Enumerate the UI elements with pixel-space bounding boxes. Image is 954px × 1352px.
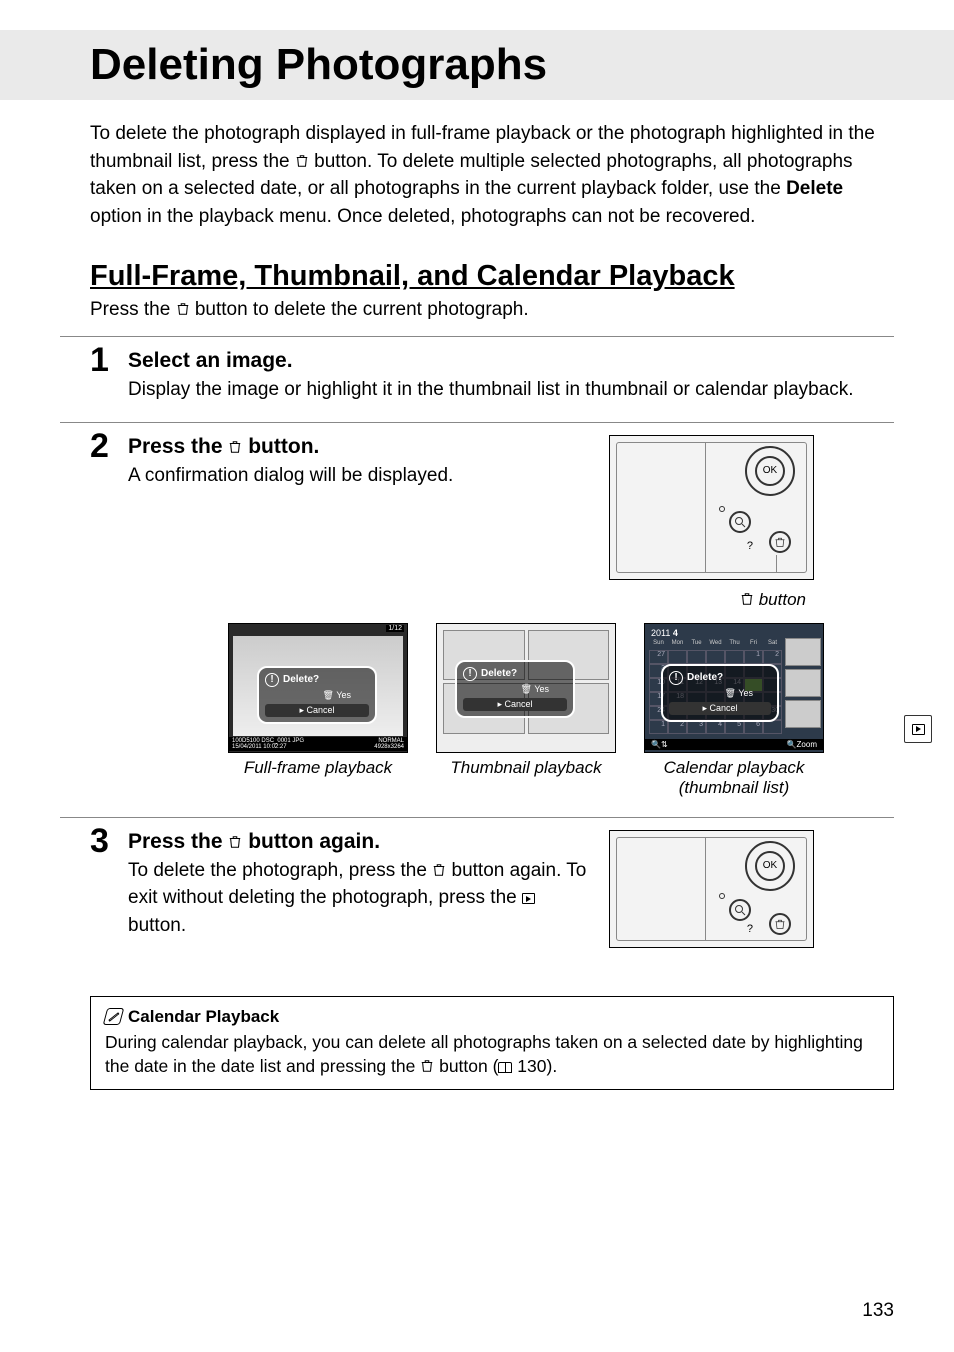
step-3: 3 Press the button again. To delete the … xyxy=(60,817,894,978)
trash-icon xyxy=(176,302,190,316)
delete-dialog: ! Delete? 🗑 Yes ▸ Cancel xyxy=(455,660,575,718)
delete-bold: Delete xyxy=(786,178,843,199)
camera-illustration: OK ? xyxy=(609,435,814,580)
ok-button-icon: OK xyxy=(745,446,795,496)
dot-icon xyxy=(719,506,725,512)
delete-question: Delete? xyxy=(283,674,319,685)
step-title: Press the button again. xyxy=(128,830,588,854)
zoom-icon xyxy=(729,511,751,533)
trash-button-icon xyxy=(769,913,791,935)
step-desc: Display the image or highlight it in the… xyxy=(128,376,894,404)
step3-desc-a: To delete the photograph, press the xyxy=(128,860,432,881)
note-title: Calendar Playback xyxy=(128,1007,279,1027)
trash-icon xyxy=(740,592,754,606)
page-number: 133 xyxy=(862,1300,894,1322)
playback-icon xyxy=(912,724,925,735)
trash-icon xyxy=(295,154,309,168)
step-2: 2 Press the button. A confirmation dialo… xyxy=(60,422,894,817)
section-sub-b: button to delete the current photograph. xyxy=(190,299,529,320)
delete-dialog: ! Delete? 🗑 Yes ▸ Cancel xyxy=(257,666,377,724)
thumbnail-caption: Thumbnail playback xyxy=(436,758,616,778)
fullframe-caption: Full-frame playback xyxy=(228,758,408,778)
trash-icon xyxy=(420,1059,434,1073)
calendar-thumbs xyxy=(785,638,821,728)
note-page-ref: 130). xyxy=(512,1056,557,1076)
step-number: 2 xyxy=(90,427,109,466)
playback-icon xyxy=(522,893,535,904)
calendar-caption: Calendar playback(thumbnail list) xyxy=(644,758,824,799)
camera-caption: button xyxy=(740,590,806,610)
page-title: Deleting Photographs xyxy=(0,30,954,100)
calendar-day-headers: SunMonTueWedThuFriSat xyxy=(649,640,782,646)
button-caption-text: button xyxy=(754,590,806,609)
book-icon xyxy=(498,1062,512,1073)
trash-icon xyxy=(228,440,242,454)
step3-desc-c: button. xyxy=(128,915,186,936)
section-subtitle: Press the button to delete the current p… xyxy=(60,299,894,321)
alert-icon: ! xyxy=(265,673,279,687)
alert-icon: ! xyxy=(669,671,683,685)
alert-icon: ! xyxy=(463,667,477,681)
image-footer: 100D5100 DSC_0001 JPG15/04/2011 10:02:27… xyxy=(229,737,407,751)
dot-icon xyxy=(719,893,725,899)
ok-label: OK xyxy=(755,456,785,486)
ok-button-icon: OK xyxy=(745,841,795,891)
note-box: Calendar Playback During calendar playba… xyxy=(90,996,894,1090)
trash-icon xyxy=(228,835,242,849)
step3-title-a: Press the xyxy=(128,830,228,853)
zoom-icon xyxy=(729,899,751,921)
delete-question: Delete? xyxy=(687,672,723,683)
step-desc: To delete the photograph, press the butt… xyxy=(128,857,588,940)
step-1: 1 Select an image. Display the image or … xyxy=(60,336,894,422)
trash-button-icon xyxy=(769,531,791,553)
step2-title-a: Press the xyxy=(128,435,228,458)
note-text-b: button ( xyxy=(434,1056,498,1076)
note-text: During calendar playback, you can delete… xyxy=(105,1030,879,1079)
calendar-illustration: 2011 4 SunMonTueWedThuFriSat 2712 3 1011… xyxy=(644,623,824,799)
camera-illustration: OK ? xyxy=(609,830,814,948)
delete-question: Delete? xyxy=(481,668,517,679)
question-mark-icon: ? xyxy=(747,540,753,552)
yes-option: 🗑 Yes xyxy=(265,690,351,701)
cancel-option: ▸ Cancel xyxy=(463,698,567,711)
section-title: Full-Frame, Thumbnail, and Calendar Play… xyxy=(60,260,894,293)
step2-title-b: button. xyxy=(242,435,319,458)
step3-title-b: button again. xyxy=(242,830,380,853)
section-sub-a: Press the xyxy=(90,299,176,320)
cancel-option: ▸ Cancel xyxy=(669,702,771,715)
calendar-year-month: 2011 4 xyxy=(651,628,678,638)
trash-icon xyxy=(432,863,446,877)
yes-option: 🗑 Yes xyxy=(463,684,549,695)
step-title: Select an image. xyxy=(128,349,894,373)
calendar-bottom-bar: 🔍⇅🔍Zoom xyxy=(645,739,823,750)
intro-paragraph: To delete the photograph displayed in fu… xyxy=(60,120,894,230)
step-number: 1 xyxy=(90,341,109,380)
fullframe-illustration: 1/12 ! Delete? 🗑 Yes ▸ Cancel 100D5100 DS… xyxy=(228,623,408,799)
yes-option: 🗑 Yes xyxy=(669,688,753,699)
intro-text-3: option in the playback menu. Once delete… xyxy=(90,206,755,227)
cancel-option: ▸ Cancel xyxy=(265,704,369,717)
ok-label: OK xyxy=(755,851,785,881)
note-icon xyxy=(103,1008,125,1025)
side-tab-playback-icon xyxy=(904,715,932,743)
question-mark-icon: ? xyxy=(747,923,753,935)
image-count: 1/12 xyxy=(386,625,404,632)
delete-dialog: ! Delete? 🗑 Yes ▸ Cancel xyxy=(661,664,779,722)
thumbnail-illustration: ! Delete? 🗑 Yes ▸ Cancel Thumbnail playba… xyxy=(436,623,616,799)
